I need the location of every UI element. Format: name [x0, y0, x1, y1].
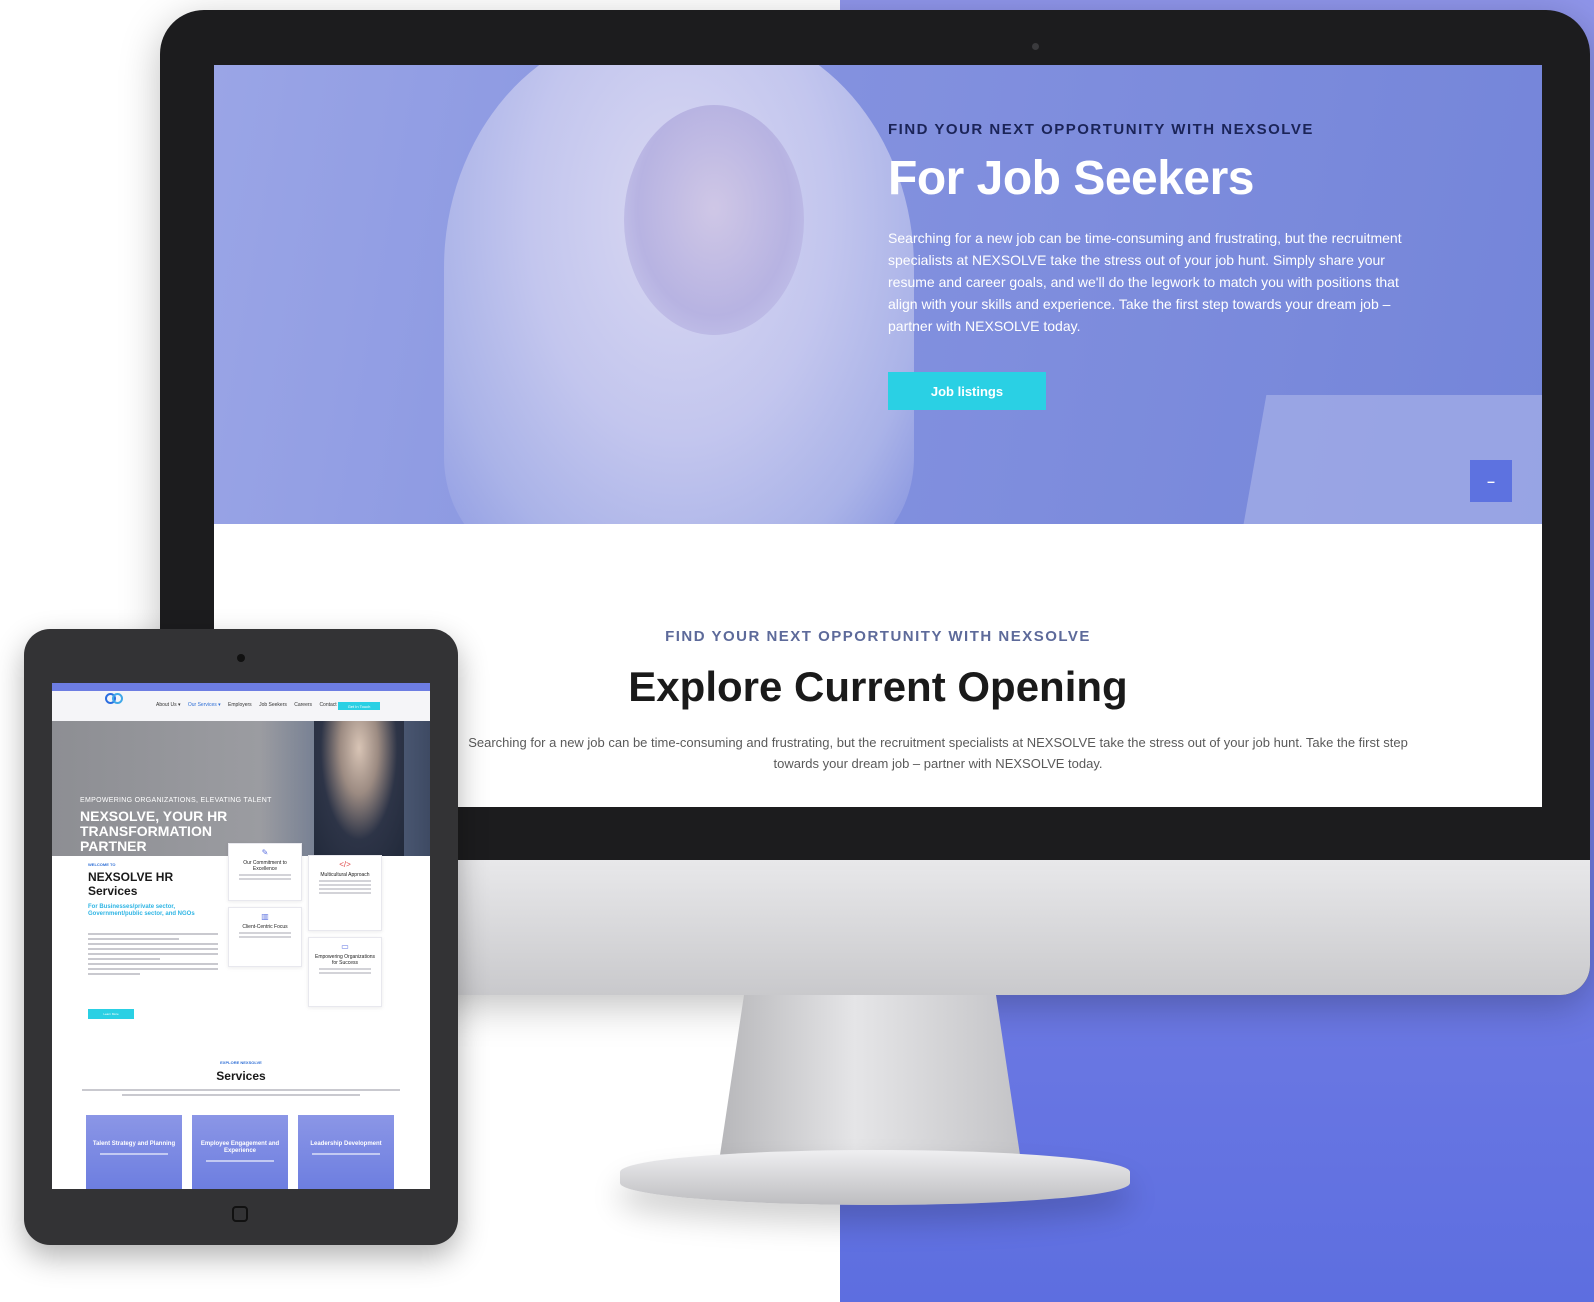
card-icon: ▭	[341, 942, 349, 951]
logo-mark	[105, 693, 123, 704]
scroll-button[interactable]: –	[1470, 460, 1512, 502]
nav-item-job-seekers[interactable]: Job Seekers	[259, 702, 287, 708]
imac-stand-base	[620, 1150, 1130, 1205]
camera-dot	[1032, 43, 1039, 50]
imac-stand-neck	[720, 995, 1020, 1155]
card-commitment: ✎ Our Commitment to Excellence	[228, 843, 302, 901]
job-listings-button[interactable]: Job listings	[888, 372, 1046, 410]
welcome-eyebrow: WELCOME TO	[88, 862, 116, 867]
get-in-touch-button[interactable]: Get In Touch	[338, 702, 380, 710]
service-employee-engagement[interactable]: Employee Engagement and Experience	[192, 1115, 288, 1189]
hero-photo-face	[624, 105, 804, 335]
learn-more-button[interactable]: Learn More	[88, 1009, 134, 1019]
job-seekers-hero: FIND YOUR NEXT OPPORTUNITY WITH NEXSOLVE…	[214, 65, 1542, 524]
hero-title: For Job Seekers	[888, 152, 1255, 205]
tablet-hero-photo	[314, 721, 404, 856]
service-talent-strategy[interactable]: Talent Strategy and Planning	[86, 1115, 182, 1189]
edit-icon: ✎	[261, 848, 269, 857]
nav-item-employers[interactable]: Employers	[228, 702, 252, 708]
ipad-camera	[237, 654, 245, 662]
welcome-body-text	[88, 933, 218, 978]
nav-item-careers[interactable]: Careers	[294, 702, 312, 708]
nexsolve-logo[interactable]	[92, 693, 136, 717]
bar-chart-icon: ▥	[261, 912, 269, 921]
welcome-subtitle: For Businesses/private sector, Governmen…	[88, 904, 195, 917]
services-eyebrow: EXPLORE NEXSOLVE	[220, 1060, 262, 1065]
tablet-hero-eyebrow: EMPOWERING ORGANIZATIONS, ELEVATING TALE…	[80, 797, 272, 804]
tablet-hero: EMPOWERING ORGANIZATIONS, ELEVATING TALE…	[52, 721, 430, 856]
hero-eyebrow: FIND YOUR NEXT OPPORTUNITY WITH NEXSOLVE	[888, 121, 1314, 138]
tablet-top-bar	[52, 683, 430, 691]
services-description	[82, 1089, 400, 1099]
nav-item-about-us[interactable]: About Us ▾	[156, 702, 180, 708]
card-client-centric: ▥ Client-Centric Focus	[228, 907, 302, 967]
card-multicultural: </> Multicultural Approach	[308, 855, 382, 931]
code-icon: </>	[339, 860, 351, 869]
tablet-screen: About Us ▾ Our Services ▾ Employers Job …	[52, 683, 430, 1189]
service-leadership-development[interactable]: Leadership Development	[298, 1115, 394, 1189]
services-title: Services	[216, 1069, 266, 1083]
hero-description: Searching for a new job can be time-cons…	[888, 230, 1402, 334]
nav-item-our-services[interactable]: Our Services ▾	[188, 702, 221, 708]
tablet-navbar: About Us ▾ Our Services ▾ Employers Job …	[52, 691, 430, 721]
card-empowering: ▭ Empowering Organizations for Success	[308, 937, 382, 1007]
tablet-menu: About Us ▾ Our Services ▾ Employers Job …	[156, 702, 347, 708]
welcome-title: NEXSOLVE HR Services	[88, 870, 174, 898]
ipad-home-button	[232, 1206, 248, 1222]
